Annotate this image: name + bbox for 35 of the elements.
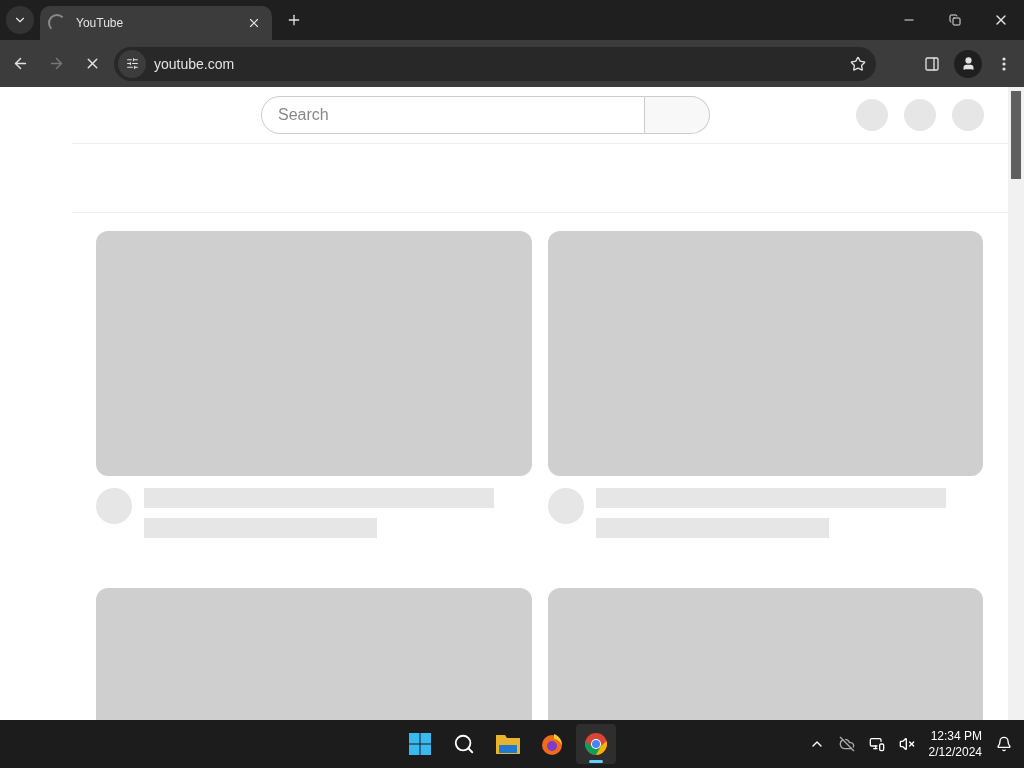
- icon-placeholder: [952, 99, 984, 131]
- muted-speaker-icon[interactable]: [898, 736, 915, 752]
- close-icon: [247, 16, 261, 30]
- folder-icon: [495, 733, 521, 755]
- browser-tab[interactable]: YouTube: [40, 6, 272, 40]
- profile-button[interactable]: [954, 49, 982, 78]
- icon-placeholder: [904, 99, 936, 131]
- scrollbar-thumb[interactable]: [1011, 91, 1021, 179]
- network-icon[interactable]: [868, 736, 885, 752]
- menu-icon: [1002, 56, 1006, 71]
- sliders-icon: [125, 57, 139, 70]
- person-icon: [960, 56, 976, 71]
- avatar-placeholder: [548, 488, 584, 524]
- search-icon: [453, 733, 475, 755]
- address-bar[interactable]: youtube.com: [114, 46, 876, 81]
- avatar-placeholder: [96, 488, 132, 524]
- clock-time: 12:34 PM: [930, 729, 982, 743]
- tab-list-button[interactable]: [6, 6, 34, 34]
- icon-placeholder: [856, 99, 888, 131]
- restore-icon: [949, 14, 961, 26]
- browser-logo-icon: [584, 732, 608, 756]
- cloud-off-icon[interactable]: [838, 736, 855, 752]
- search-field[interactable]: Search: [261, 96, 645, 134]
- site-info-button[interactable]: [118, 49, 146, 78]
- scrollbar[interactable]: [1008, 87, 1024, 720]
- clock-date: 2/12/2024: [928, 745, 982, 759]
- url-text: youtube.com: [154, 55, 236, 72]
- windows-icon: [408, 732, 432, 756]
- notification-bell-icon[interactable]: [996, 736, 1012, 752]
- tab-title: YouTube: [76, 16, 125, 30]
- plus-icon: [286, 12, 302, 28]
- side-panel-icon: [924, 55, 940, 72]
- taskbar-app-button[interactable]: [576, 724, 616, 764]
- fox-globe-icon: [540, 732, 564, 756]
- star-icon: [850, 55, 866, 72]
